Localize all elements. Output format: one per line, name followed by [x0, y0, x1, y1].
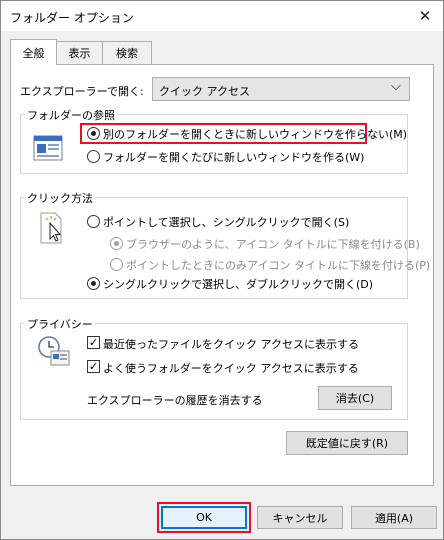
tab-view-label: 表示	[68, 47, 91, 60]
checkbox-recent-files[interactable]: ✓	[87, 336, 100, 349]
explorer-open-value: クイック アクセス	[159, 85, 250, 98]
close-icon[interactable]: ✕	[407, 1, 443, 31]
tab-view[interactable]: 表示	[56, 41, 103, 64]
window-title: フォルダー オプション	[10, 11, 134, 25]
restore-defaults-button[interactable]: 既定値に戻す(R)	[286, 431, 408, 455]
window-icon	[33, 135, 63, 161]
radio-single-click[interactable]	[87, 215, 100, 228]
radio-underline-browser[interactable]	[110, 237, 123, 250]
apply-button[interactable]: 適用(A)	[351, 506, 437, 529]
checkbox-frequent-folders[interactable]: ✓	[87, 360, 100, 373]
click-method-title: クリック方法	[25, 190, 95, 206]
ok-button[interactable]: OK	[161, 506, 247, 529]
folder-options-window: フォルダー オプション ✕ 表示 検索 全般 エクスプローラーで開く: クイック…	[0, 0, 444, 540]
check-frequent-folders-label[interactable]: よく使うフォルダーをクイック アクセスに表示する	[103, 360, 359, 376]
pointer-click-icon	[40, 212, 62, 244]
radio-same-window[interactable]	[87, 127, 100, 140]
explorer-open-select[interactable]: クイック アクセス ⌵	[152, 77, 410, 101]
privacy-clock-icon	[38, 336, 70, 366]
radio-double-click[interactable]	[87, 277, 100, 290]
option-double-click-label[interactable]: シングルクリックで選択し、ダブルクリックで開く(D)	[103, 276, 373, 292]
general-tab-panel: エクスプローラーで開く: クイック アクセス ⌵ フォルダーの参照 別のフォルダ…	[10, 64, 434, 486]
cancel-button[interactable]: キャンセル	[257, 506, 343, 529]
option-underline-browser-label[interactable]: ブラウザーのように、アイコン タイトルに下線を付ける(B)	[126, 236, 420, 252]
chevron-down-icon: ⌵	[391, 79, 401, 94]
clear-button[interactable]: 消去(C)	[318, 386, 392, 410]
option-same-window-label[interactable]: 別のフォルダーを開くときに新しいウィンドウを作らない(M)	[103, 126, 407, 142]
folder-browse-title: フォルダーの参照	[25, 107, 117, 123]
explorer-open-label: エクスプローラーで開く:	[20, 85, 144, 98]
radio-underline-point[interactable]	[110, 258, 123, 271]
tab-search-label: 検索	[116, 47, 138, 60]
check-recent-files-label[interactable]: 最近使ったファイルをクイック アクセスに表示する	[103, 336, 359, 352]
privacy-title: プライバシー	[25, 316, 95, 332]
tab-general-label: 全般	[22, 46, 45, 60]
option-single-click-label[interactable]: ポイントして選択し、シングルクリックで開く(S)	[103, 214, 349, 230]
option-new-window-label[interactable]: フォルダーを開くたびに新しいウィンドウを作る(W)	[103, 149, 364, 165]
tab-general[interactable]: 全般	[10, 39, 57, 65]
radio-new-window[interactable]	[87, 150, 100, 163]
tab-search[interactable]: 検索	[102, 41, 152, 64]
title-bar: フォルダー オプション ✕	[1, 1, 443, 31]
clear-history-label: エクスプローラーの履歴を消去する	[87, 394, 263, 407]
option-underline-point-label[interactable]: ポイントしたときにのみアイコン タイトルに下線を付ける(P)	[126, 257, 430, 273]
